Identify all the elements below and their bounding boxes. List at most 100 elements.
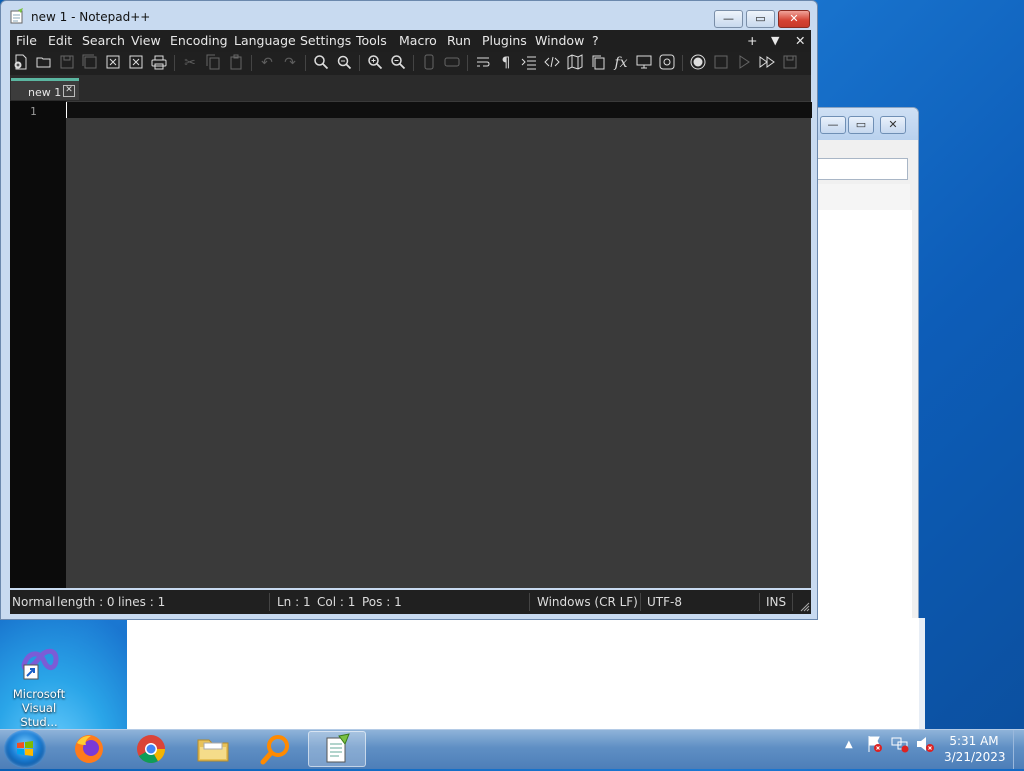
desktop-icon-visual-studio[interactable]: Microsoft Visual Stud... (2, 643, 76, 729)
print-icon[interactable] (150, 54, 168, 72)
word-wrap-icon[interactable] (474, 54, 492, 72)
indent-guide-icon[interactable] (520, 54, 538, 72)
notepadpp-window[interactable]: new 1 - Notepad++ — ▭ ✕ File Edit Search… (0, 0, 818, 620)
find-icon[interactable] (312, 54, 330, 72)
menu-tools[interactable]: Tools (356, 33, 387, 48)
status-lines: lines : 1 (118, 595, 166, 609)
tab-list-dropdown-button[interactable]: ▼ (771, 34, 779, 47)
macro-record-icon[interactable] (689, 54, 707, 72)
paste-icon[interactable] (227, 54, 245, 72)
chrome-icon (137, 735, 165, 763)
cut-icon[interactable]: ✂ (181, 54, 199, 72)
menu-encoding[interactable]: Encoding (170, 33, 228, 48)
maximize-button[interactable]: ▭ (746, 10, 775, 28)
toolbar-separator (413, 55, 414, 71)
toolbar-separator (305, 55, 306, 71)
window-titlebar[interactable]: new 1 - Notepad++ (9, 6, 811, 28)
document-list-icon[interactable] (589, 54, 607, 72)
toolbar-separator (359, 55, 360, 71)
save-all-icon[interactable] (81, 54, 99, 72)
taskbar-chrome[interactable] (122, 731, 180, 767)
status-separator (269, 593, 270, 611)
desktop-icon-label-line2: Visual Stud... (20, 701, 58, 729)
taskbar-notepadpp[interactable] (308, 731, 366, 767)
menu-window[interactable]: Window (535, 33, 584, 48)
function-list-icon[interactable]: fx (612, 54, 630, 72)
current-line-highlight[interactable] (66, 102, 812, 118)
status-eol[interactable]: Windows (CR LF) (537, 595, 638, 609)
tab-close-icon[interactable]: ✕ (63, 85, 75, 97)
menu-file[interactable]: File (16, 33, 37, 48)
macro-save-icon[interactable] (781, 54, 799, 72)
menu-run[interactable]: Run (447, 33, 471, 48)
menu-macro[interactable]: Macro (399, 33, 437, 48)
desktop-icon-label-line1: Microsoft (12, 687, 66, 701)
copy-icon[interactable] (204, 54, 222, 72)
tab-label: new 1 (28, 86, 62, 99)
document-map-icon[interactable] (566, 54, 584, 72)
background-maximize-button[interactable]: ▭ (848, 116, 874, 134)
close-file-icon[interactable] (104, 54, 122, 72)
menu-plugins[interactable]: Plugins (482, 33, 527, 48)
taskbar-file-explorer[interactable] (184, 731, 242, 767)
window-title: new 1 - Notepad++ (31, 10, 151, 24)
macro-run-multiple-icon[interactable] (758, 54, 776, 72)
status-bar: Normal length : 0 lines : 1 Ln : 1 Col :… (10, 590, 811, 614)
tab-new-1[interactable]: new 1 ✕ (11, 78, 79, 100)
toolbar-separator (467, 55, 468, 71)
action-center-icon[interactable] (866, 734, 884, 757)
undo-icon[interactable]: ↶ (258, 54, 276, 72)
system-clock[interactable]: 5:31 AM 3/21/2023 (944, 733, 1006, 765)
menu-view[interactable]: View (131, 33, 161, 48)
menu-settings[interactable]: Settings (300, 33, 351, 48)
notepadpp-app-icon (9, 8, 25, 24)
background-window-titlebar[interactable]: — ▭ ✕ (818, 108, 918, 140)
close-document-button[interactable]: ✕ (795, 33, 805, 48)
text-editor[interactable]: 1 (10, 101, 812, 588)
minimize-button[interactable]: — (714, 10, 743, 28)
taskbar-firefox[interactable] (60, 731, 118, 767)
folder-as-workspace-icon[interactable] (635, 54, 653, 72)
status-encoding[interactable]: UTF-8 (647, 595, 682, 609)
volume-muted-icon[interactable] (915, 734, 935, 757)
background-close-button[interactable]: ✕ (880, 116, 906, 134)
status-insert-mode: INS (766, 595, 787, 609)
monitoring-icon[interactable] (658, 54, 676, 72)
resize-grip-icon[interactable] (800, 601, 810, 615)
clock-time: 5:31 AM (949, 734, 999, 748)
code-tags-icon[interactable] (543, 54, 561, 72)
toolbar-separator (682, 55, 683, 71)
menu-edit[interactable]: Edit (48, 33, 72, 48)
start-button[interactable] (4, 730, 46, 768)
toolbar-separator (174, 55, 175, 71)
show-desktop-button[interactable] (1013, 730, 1024, 769)
background-minimize-button[interactable]: — (820, 116, 846, 134)
network-icon[interactable] (890, 734, 910, 757)
status-doc-type: Normal (12, 595, 56, 609)
show-all-characters-icon[interactable]: ¶ (497, 54, 515, 72)
folder-icon (197, 739, 229, 762)
macro-play-icon[interactable] (735, 54, 753, 72)
new-file-icon[interactable] (12, 54, 30, 72)
show-hidden-icons-button[interactable]: ▲ (845, 739, 853, 750)
close-all-icon[interactable] (127, 54, 145, 72)
sync-vertical-icon[interactable] (420, 54, 438, 72)
menu-language[interactable]: Language (234, 33, 296, 48)
status-separator (529, 593, 530, 611)
zoom-out-icon[interactable] (389, 54, 407, 72)
menu-search[interactable]: Search (82, 33, 125, 48)
zoom-in-icon[interactable] (366, 54, 384, 72)
macro-stop-icon[interactable] (712, 54, 730, 72)
close-button[interactable]: ✕ (778, 10, 810, 28)
sync-horizontal-icon[interactable] (443, 54, 461, 72)
save-icon[interactable] (58, 54, 76, 72)
menu-help[interactable]: ? (592, 33, 599, 48)
replace-icon[interactable] (335, 54, 353, 72)
taskbar-search-app[interactable] (246, 731, 304, 767)
redo-icon[interactable]: ↷ (281, 54, 299, 72)
new-tab-plus-button[interactable]: + (747, 33, 757, 48)
taskbar: ▲ 5:31 AM 3/21/2023 (0, 729, 1024, 769)
open-folder-icon[interactable] (35, 54, 53, 72)
background-window-body (127, 618, 925, 729)
background-window-input[interactable] (818, 158, 908, 180)
